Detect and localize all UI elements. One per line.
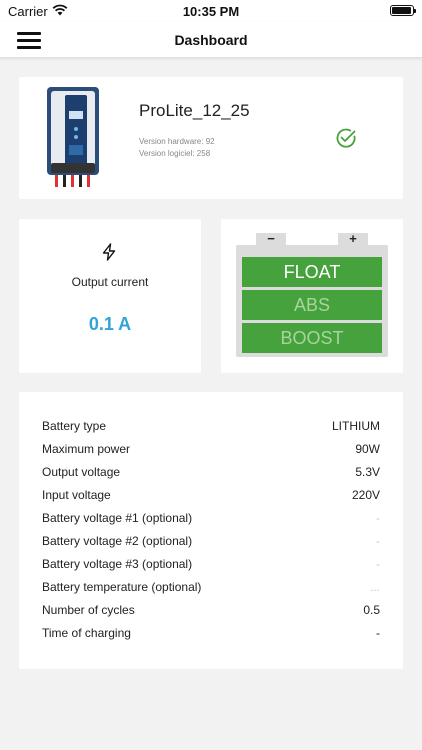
device-card: ProLite_12_25 Version hardware: 92 Versi… bbox=[19, 77, 403, 199]
check-circle-icon bbox=[336, 128, 356, 148]
info-label: Battery voltage #2 (optional) bbox=[42, 534, 193, 548]
info-value: 0.5 bbox=[363, 603, 380, 617]
info-row: Battery temperature (optional) ... bbox=[42, 580, 380, 598]
info-row: Time of charging - bbox=[42, 626, 380, 644]
battery-info-card: Battery type LITHIUM Maximum power 90W O… bbox=[19, 392, 403, 669]
info-label: Input voltage bbox=[42, 488, 111, 502]
status-bar: Carrier 10:35 PM bbox=[0, 0, 422, 22]
info-label: Battery voltage #3 (optional) bbox=[42, 557, 193, 571]
info-row: Battery type LITHIUM bbox=[42, 419, 380, 437]
info-label: Output voltage bbox=[42, 465, 121, 479]
charge-stage-boost: BOOST bbox=[242, 323, 382, 353]
info-label: Battery temperature (optional) bbox=[42, 580, 202, 594]
info-value: - bbox=[376, 534, 380, 548]
info-row: Battery voltage #2 (optional) - bbox=[42, 534, 380, 552]
info-value: 90W bbox=[355, 442, 380, 456]
info-value: - bbox=[376, 557, 380, 571]
battery-icon bbox=[390, 5, 416, 16]
info-label: Battery type bbox=[42, 419, 107, 433]
charge-stage-float: FLOAT bbox=[242, 257, 382, 287]
info-label: Time of charging bbox=[42, 626, 131, 640]
output-current-card: Output current 0.1 A bbox=[19, 219, 201, 373]
info-row: Number of cycles 0.5 bbox=[42, 603, 380, 621]
output-current-label: Output current bbox=[71, 275, 149, 289]
software-version: Version logiciel: 258 bbox=[139, 149, 211, 158]
info-value: 220V bbox=[351, 488, 380, 502]
nav-bar: Dashboard bbox=[0, 22, 422, 58]
info-label: Maximum power bbox=[42, 442, 131, 456]
info-label: Number of cycles bbox=[42, 603, 135, 617]
info-row: Battery voltage #1 (optional) - bbox=[42, 511, 380, 529]
hardware-version: Version hardware: 92 bbox=[139, 137, 215, 146]
info-row: Maximum power 90W bbox=[42, 442, 380, 460]
charge-state-card: − + FLOAT ABS BOOST bbox=[221, 219, 403, 373]
info-value: LITHIUM bbox=[332, 419, 380, 433]
charge-stage-abs: ABS bbox=[242, 290, 382, 320]
info-value: ... bbox=[369, 580, 380, 594]
output-current-value: 0.1 A bbox=[88, 314, 132, 334]
info-row: Output voltage 5.3V bbox=[42, 465, 380, 483]
info-value: 5.3V bbox=[355, 465, 380, 479]
info-label: Battery voltage #1 (optional) bbox=[42, 511, 193, 525]
info-row: Battery voltage #3 (optional) - bbox=[42, 557, 380, 575]
clock: 10:35 PM bbox=[182, 4, 240, 19]
charger-device-image bbox=[47, 87, 99, 187]
info-value: - bbox=[376, 626, 380, 640]
page-title: Dashboard bbox=[174, 32, 248, 48]
info-value: - bbox=[376, 511, 380, 525]
bolt-icon bbox=[102, 243, 116, 261]
info-row: Input voltage 220V bbox=[42, 488, 380, 506]
device-name: ProLite_12_25 bbox=[139, 101, 250, 120]
